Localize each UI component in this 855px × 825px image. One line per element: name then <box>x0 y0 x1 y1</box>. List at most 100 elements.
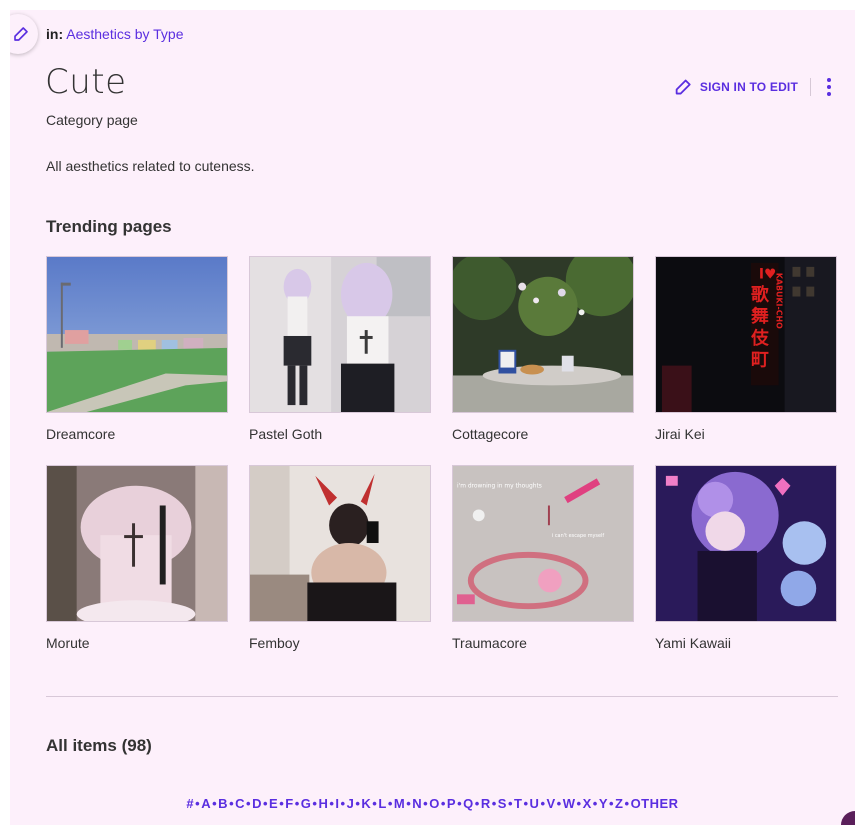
thumbnail-image: i'm drowning in my thoughts i can't esca… <box>452 465 634 622</box>
thumbnail-image <box>249 465 431 622</box>
alpha-separator: • <box>312 796 318 811</box>
alpha-link-y[interactable]: Y <box>599 796 608 811</box>
alpha-link-z[interactable]: Z <box>615 796 623 811</box>
alpha-separator: • <box>540 796 546 811</box>
traumacore-caption: i can't escape myself <box>552 533 605 539</box>
trending-card-label: Yami Kawaii <box>655 635 731 651</box>
alpha-link-w[interactable]: W <box>563 796 576 811</box>
alpha-link-t[interactable]: T <box>514 796 522 811</box>
all-items-heading: All items (98) <box>46 736 152 755</box>
alpha-separator: • <box>624 796 630 811</box>
alpha-link-p[interactable]: P <box>447 796 456 811</box>
jirai-sign-kanji: 伎 <box>751 327 769 349</box>
alpha-link-s[interactable]: S <box>498 796 507 811</box>
alpha-separator: • <box>246 796 252 811</box>
actions-divider <box>810 78 811 96</box>
thumbnail-image <box>46 256 228 413</box>
alpha-separator: • <box>440 796 446 811</box>
thumbnail-image: I♥ 歌 舞 伎 町 KABUKI-CHO <box>655 256 837 413</box>
alpha-link-q[interactable]: Q <box>463 796 474 811</box>
alpha-link-j[interactable]: J <box>347 796 355 811</box>
trending-card-label: Pastel Goth <box>249 426 323 442</box>
breadcrumb: in: Aesthetics by Type <box>46 26 183 42</box>
trending-card-jirai-kei[interactable]: I♥ 歌 舞 伎 町 KABUKI-CHO Jirai Kei <box>655 256 837 442</box>
alpha-separator: • <box>523 796 529 811</box>
more-options-button[interactable] <box>823 78 835 96</box>
trending-card-morute[interactable]: Morute <box>46 465 228 651</box>
alpha-separator: • <box>507 796 514 811</box>
trending-card-traumacore[interactable]: i'm drowning in my thoughts i can't esca… <box>452 465 634 651</box>
alpha-link-hash[interactable]: # <box>186 796 194 811</box>
pencil-icon <box>14 27 28 41</box>
trending-card-pastel-goth[interactable]: Pastel Goth <box>249 256 431 442</box>
alpha-link-m[interactable]: M <box>394 796 405 811</box>
thumbnail-image <box>452 256 634 413</box>
alpha-link-a[interactable]: A <box>201 796 211 811</box>
thumbnail-image <box>655 465 837 622</box>
alpha-separator: • <box>262 796 269 811</box>
edit-fab-button[interactable] <box>10 14 38 54</box>
alpha-link-c[interactable]: C <box>235 796 245 811</box>
category-description: All aesthetics related to cuteness. <box>46 158 255 174</box>
jirai-sign-kanji: 歌 <box>751 283 769 305</box>
alpha-link-e[interactable]: E <box>269 796 278 811</box>
trending-card-yami-kawaii[interactable]: Yami Kawaii <box>655 465 837 651</box>
alpha-link-f[interactable]: F <box>285 796 293 811</box>
kebab-dot <box>827 85 831 89</box>
jirai-sign-latin: KABUKI-CHO <box>775 273 784 329</box>
traumacore-caption: i'm drowning in my thoughts <box>457 484 542 490</box>
alpha-link-n[interactable]: N <box>412 796 422 811</box>
alpha-link-v[interactable]: V <box>547 796 556 811</box>
page-title: Cute <box>45 62 127 102</box>
category-page: in: Aesthetics by Type Cute Category pag… <box>10 10 855 825</box>
trending-card-femboy[interactable]: Femboy <box>249 465 431 651</box>
alpha-separator: • <box>387 796 393 811</box>
alpha-link-g[interactable]: G <box>301 796 312 811</box>
floating-action-button[interactable] <box>841 811 855 825</box>
trending-card-dreamcore[interactable]: Dreamcore <box>46 256 228 442</box>
alpha-separator: • <box>340 796 346 811</box>
section-divider <box>46 696 838 697</box>
trending-heading: Trending pages <box>46 217 172 236</box>
sign-in-to-edit-label: SIGN IN TO EDIT <box>699 80 798 94</box>
alpha-separator: • <box>195 796 201 811</box>
jirai-sign-kanji: 舞 <box>750 305 769 327</box>
alpha-link-b[interactable]: B <box>218 796 228 811</box>
trending-card-label: Cottagecore <box>452 426 529 442</box>
alpha-separator: • <box>491 796 497 811</box>
alpha-link-h[interactable]: H <box>318 796 328 811</box>
jirai-sign-kanji: 町 <box>751 350 769 371</box>
trending-card-label: Jirai Kei <box>655 426 705 442</box>
page-subtitle: Category page <box>46 112 138 128</box>
alpha-separator: • <box>608 796 615 811</box>
alphabet-navigation: #•A•B•C•D•E•F•G•H•I•J•K•L•M•N•O•P•Q•R•S•… <box>10 796 855 811</box>
alpha-link-r[interactable]: R <box>481 796 491 811</box>
alpha-separator: • <box>474 796 480 811</box>
alpha-separator: • <box>229 796 235 811</box>
trending-card-label: Traumacore <box>452 635 527 651</box>
alpha-link-i[interactable]: I <box>335 796 339 811</box>
alpha-separator: • <box>556 796 562 811</box>
jirai-sign-heart: I♥ <box>759 267 777 283</box>
alpha-link-k[interactable]: K <box>361 796 371 811</box>
alpha-link-u[interactable]: U <box>530 796 540 811</box>
trending-card-label: Femboy <box>249 635 300 651</box>
alpha-link-o[interactable]: O <box>429 796 440 811</box>
kebab-dot <box>827 78 831 82</box>
alpha-link-d[interactable]: D <box>252 796 262 811</box>
trending-card-cottagecore[interactable]: Cottagecore <box>452 256 634 442</box>
thumbnail-image <box>46 465 228 622</box>
alpha-separator: • <box>355 796 361 811</box>
thumbnail-image <box>249 256 431 413</box>
breadcrumb-link[interactable]: Aesthetics by Type <box>66 26 183 42</box>
alpha-link-l[interactable]: L <box>378 796 386 811</box>
alpha-separator: • <box>212 796 218 811</box>
alpha-separator: • <box>457 796 463 811</box>
breadcrumb-prefix: in: <box>46 26 64 42</box>
alpha-separator: • <box>279 796 285 811</box>
alpha-separator: • <box>406 796 412 811</box>
alpha-link-other[interactable]: OTHER <box>631 796 679 811</box>
alpha-link-x[interactable]: X <box>583 796 592 811</box>
sign-in-to-edit-button[interactable]: SIGN IN TO EDIT <box>674 78 798 96</box>
pencil-icon <box>675 79 691 95</box>
